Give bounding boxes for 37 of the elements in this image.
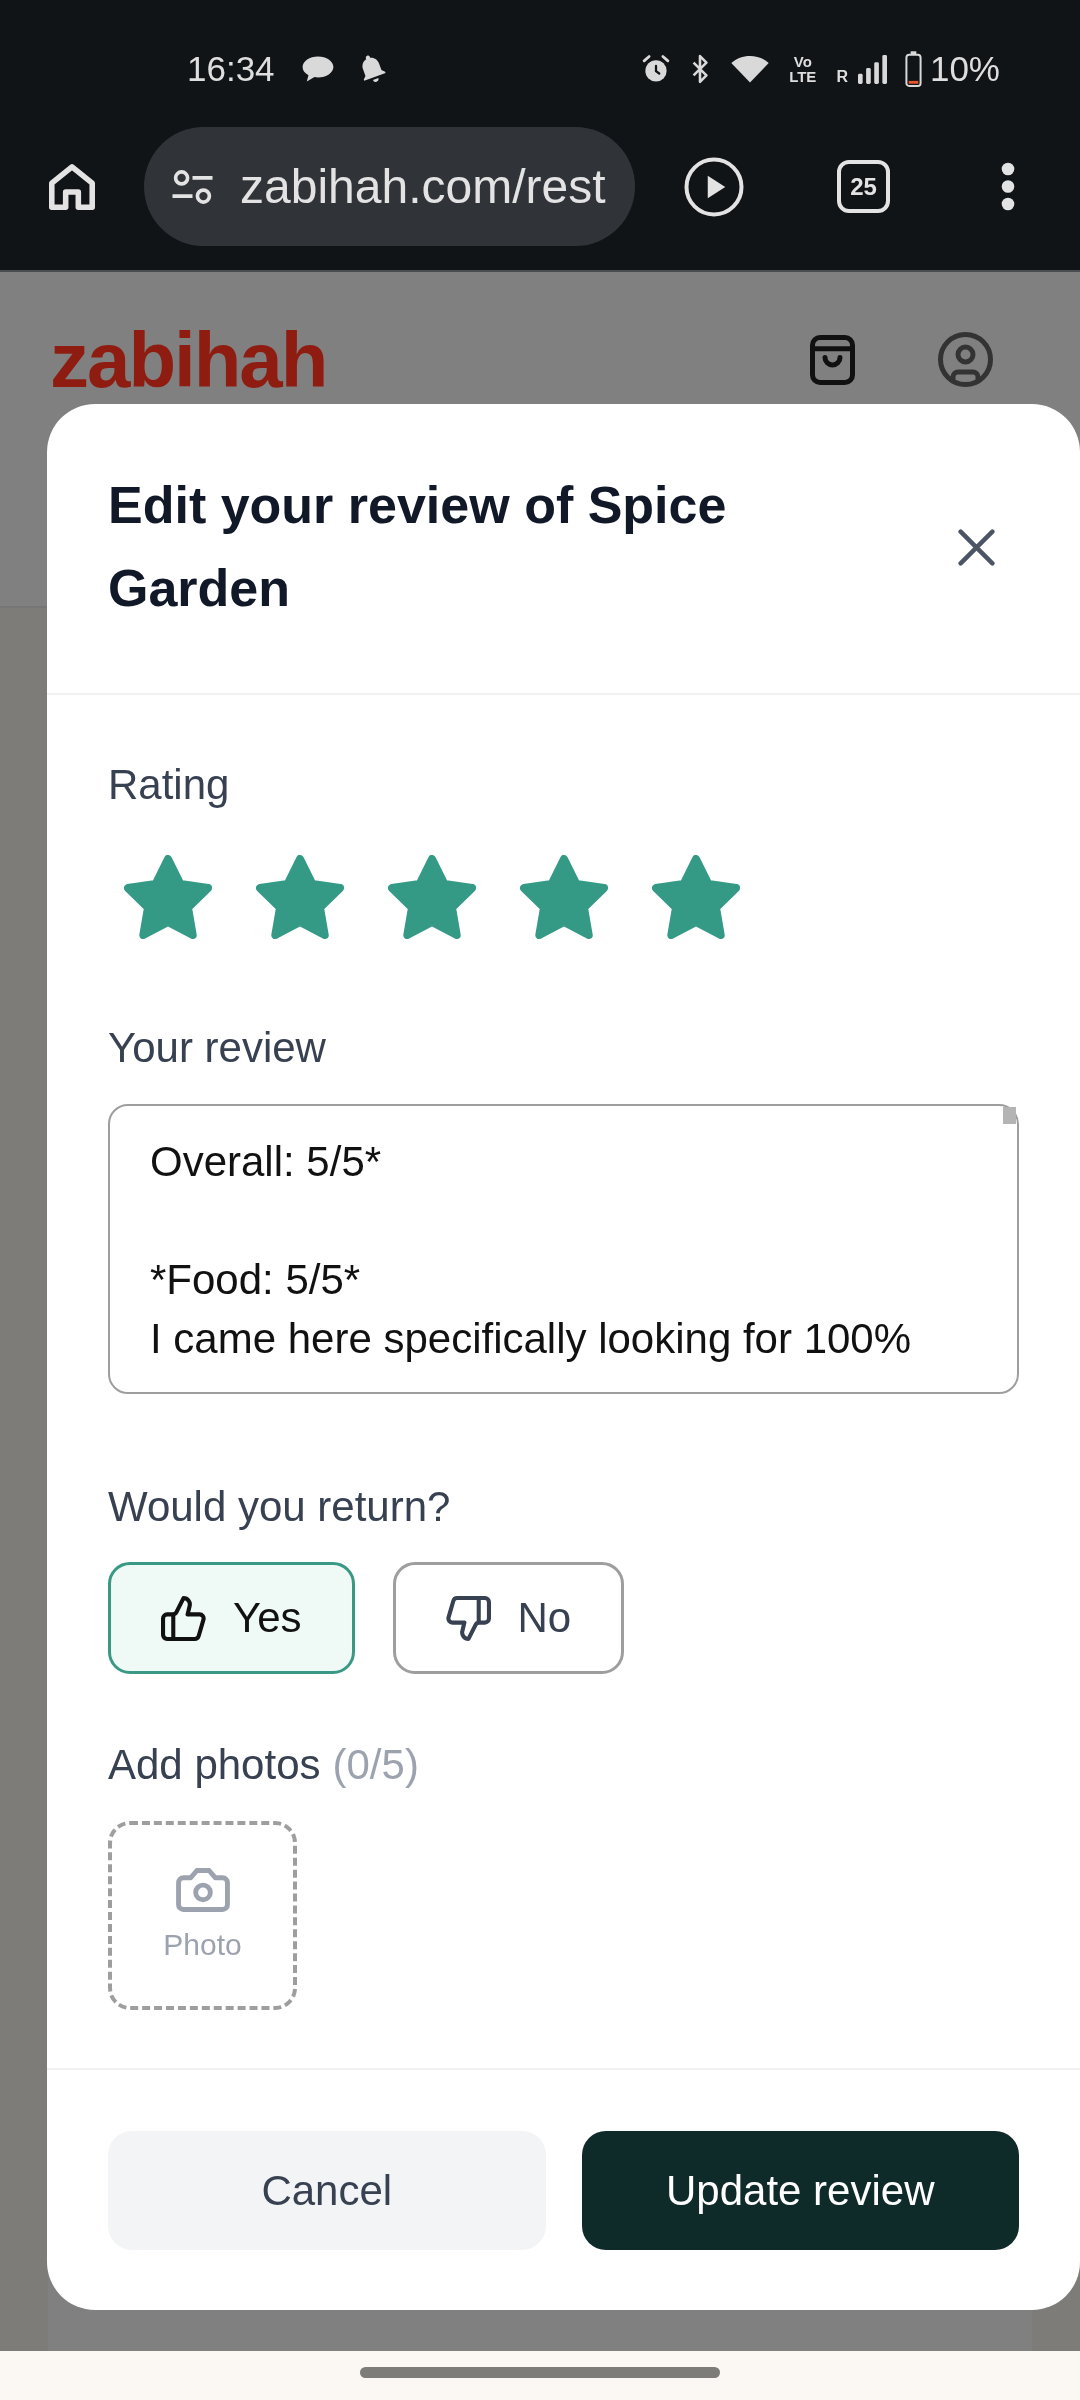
cancel-button[interactable]: Cancel (108, 2131, 546, 2250)
thumbs-down-icon (445, 1595, 491, 1641)
shopping-bag-icon[interactable] (810, 335, 855, 385)
network-type-label: Vo LTE (789, 54, 817, 84)
rating-label: Rating (108, 760, 230, 810)
address-bar[interactable]: zabihah.com/rest (144, 127, 635, 246)
choice-button[interactable]: Yes (108, 1562, 355, 1674)
account-icon[interactable] (938, 332, 993, 387)
bluetooth-icon (691, 54, 710, 84)
submit-button[interactable]: Update review (581, 2131, 1019, 2250)
chat-bubble-icon (300, 55, 335, 83)
star-icon[interactable] (520, 855, 608, 939)
scrollbar-thumb (1003, 1107, 1016, 1124)
return-question-label: Would you return? (108, 1482, 451, 1532)
star-rating[interactable] (124, 855, 740, 939)
star-icon[interactable] (256, 855, 344, 939)
review-label: Your review (108, 1023, 326, 1073)
thumbs-up-icon (161, 1595, 206, 1641)
more-icon[interactable] (1001, 162, 1015, 211)
roaming-label: R (836, 68, 848, 86)
photos-label: Add photos (108, 1740, 321, 1790)
photo-count: (0/5) (332, 1740, 419, 1790)
dialog-title: Edit your review of Spice Garden (108, 475, 728, 619)
tab-count-button[interactable]: 25 (837, 160, 890, 213)
review-textarea[interactable]: Overall: 5/5* *Food: 5/5* I came here specifically looking for 100% (108, 1104, 1019, 1394)
battery-icon (904, 50, 922, 88)
star-icon[interactable] (388, 855, 476, 939)
play-icon[interactable] (684, 156, 744, 217)
battery-percent: 10% (929, 48, 1000, 90)
url-text: zabihah.com/rest (240, 159, 606, 214)
clock-time: 16:34 (187, 48, 275, 90)
home-icon[interactable] (48, 161, 96, 212)
star-icon[interactable] (124, 855, 212, 939)
star-icon[interactable] (652, 855, 740, 939)
choice-button[interactable]: No (392, 1562, 625, 1674)
close-icon[interactable] (958, 528, 995, 566)
camera-icon (175, 1868, 230, 1912)
